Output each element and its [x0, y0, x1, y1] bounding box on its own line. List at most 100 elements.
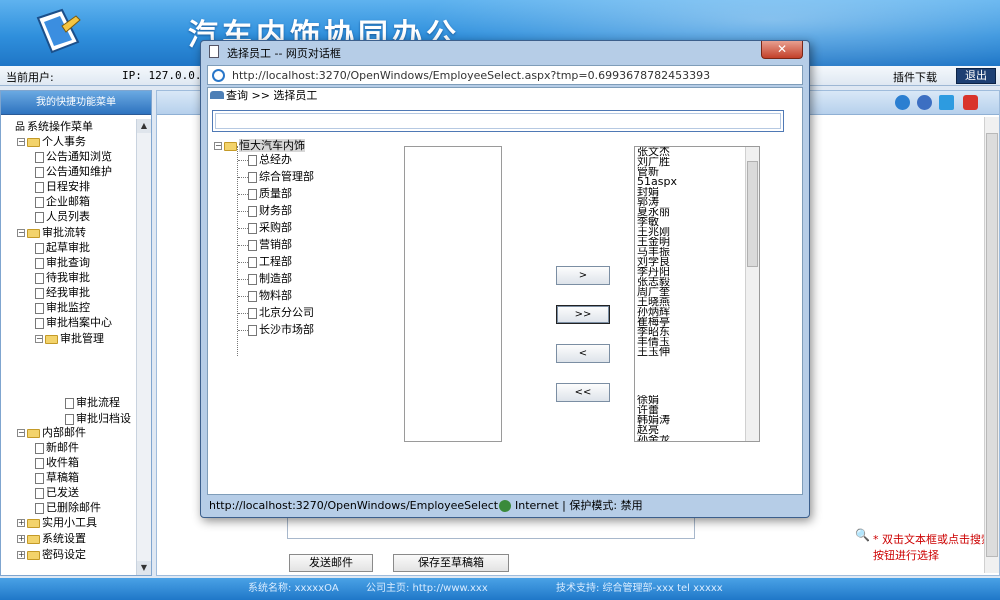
department-item[interactable]: 采购部	[238, 220, 292, 235]
selected-employee[interactable]: 夏永丽	[637, 207, 745, 217]
scroll-thumb[interactable]	[986, 133, 998, 557]
selected-employee[interactable]: 李昭东	[637, 327, 745, 337]
selected-employee[interactable]: 刘广胜	[637, 157, 745, 167]
collapse-icon[interactable]: −	[17, 229, 25, 237]
help-icon[interactable]	[917, 95, 932, 110]
sidebar-item[interactable]: 审批查询	[35, 255, 90, 270]
sidebar-item[interactable]: + 实用小工具	[17, 515, 97, 530]
selected-employee[interactable]: 张志毅	[637, 277, 745, 287]
sidebar-item[interactable]: 审批档案中心	[35, 315, 112, 330]
selected-employee[interactable]: 刘学良	[637, 257, 745, 267]
selected-employee[interactable]: 崔梅亭	[637, 317, 745, 327]
sidebar-item[interactable]: 审批流程	[65, 395, 120, 410]
dialog-close-button[interactable]: ✕	[761, 41, 803, 59]
department-item[interactable]: 物料部	[238, 288, 292, 303]
search-field[interactable]	[215, 113, 781, 129]
collapse-icon[interactable]: −	[17, 138, 25, 146]
search-icon[interactable]: 🔍	[855, 528, 870, 542]
selected-employee[interactable]: 51aspx	[637, 177, 745, 187]
collapse-icon[interactable]: −	[17, 429, 25, 437]
sidebar-item[interactable]: 人员列表	[35, 209, 90, 224]
sidebar-item[interactable]: 日程安排	[35, 179, 90, 194]
add-all-button[interactable]: >>	[556, 305, 610, 324]
plugin-download-link[interactable]: 插件下载	[893, 69, 937, 85]
sidebar-item[interactable]: − 审批管理	[35, 331, 104, 346]
sidebar-item[interactable]: 已删除邮件	[35, 500, 101, 515]
sidebar-item[interactable]: − 内部邮件	[17, 425, 86, 440]
department-item[interactable]: 总经办	[238, 152, 292, 167]
window-icon[interactable]	[939, 95, 954, 110]
save-draft-button[interactable]: 保存至草稿箱	[393, 554, 509, 572]
selected-employee[interactable]: 孙金龙	[637, 435, 745, 441]
sidebar-item[interactable]: 收件箱	[35, 455, 79, 470]
remove-all-button[interactable]: <<	[556, 383, 610, 402]
department-item[interactable]: 质量部	[238, 186, 292, 201]
selected-employee[interactable]: 张文杰	[637, 147, 745, 157]
department-item[interactable]: 综合管理部	[238, 169, 314, 184]
collapse-icon[interactable]: −	[35, 335, 43, 343]
selected-employee[interactable]: 管新	[637, 167, 745, 177]
selected-employee[interactable]: 韩娟涛	[637, 415, 745, 425]
close-icon[interactable]	[963, 95, 978, 110]
selected-employee[interactable]: 封娟	[637, 187, 745, 197]
selected-employee[interactable]: 丰倩玉	[637, 337, 745, 347]
department-item[interactable]: 制造部	[238, 271, 292, 286]
scroll-thumb[interactable]	[747, 161, 758, 267]
sidebar-item[interactable]: 新邮件	[35, 440, 79, 455]
sidebar-item[interactable]: 待我审批	[35, 270, 90, 285]
department-item[interactable]: 北京分公司	[238, 305, 314, 320]
sidebar-item[interactable]: 草稿箱	[35, 470, 79, 485]
sidebar-item[interactable]: 公告通知浏览	[35, 149, 112, 164]
content-scrollbar[interactable]	[984, 117, 999, 573]
department-item[interactable]: 财务部	[238, 203, 292, 218]
scroll-down-icon[interactable]: ▼	[137, 561, 151, 575]
selected-employee[interactable]: 马丰振	[637, 247, 745, 257]
sidebar-item[interactable]: 经我审批	[35, 285, 90, 300]
folder-icon	[27, 518, 40, 528]
sidebar-item[interactable]: + 系统设置	[17, 531, 86, 546]
selected-employee[interactable]: 王金明	[637, 237, 745, 247]
org-root-item[interactable]: − 恒大汽车内饰	[214, 138, 305, 153]
logout-button[interactable]: 退出	[956, 68, 996, 84]
sidebar-item-label: 个人事务	[42, 135, 86, 148]
department-item[interactable]: 工程部	[238, 254, 292, 269]
sidebar-item[interactable]: 品系统操作菜单	[15, 119, 93, 134]
selected-employee[interactable]: 王晓燕	[637, 297, 745, 307]
sidebar-item[interactable]: − 审批流转	[17, 225, 86, 240]
selected-employee[interactable]: 王兆刚	[637, 227, 745, 237]
selected-employee[interactable]: 徐娟	[637, 395, 745, 405]
sidebar-item[interactable]: + 密码设定	[17, 547, 86, 562]
sidebar-scrollbar[interactable]: ▲ ▼	[136, 119, 151, 575]
sidebar-item[interactable]: 审批归档设	[65, 411, 131, 426]
sidebar-item[interactable]: 已发送	[35, 485, 79, 500]
scroll-up-icon[interactable]: ▲	[137, 119, 151, 133]
selected-employee[interactable]: 孙炳辉	[637, 307, 745, 317]
department-item[interactable]: 长沙市场部	[238, 322, 314, 337]
refresh-icon[interactable]	[895, 95, 910, 110]
sidebar-item[interactable]: 起草审批	[35, 240, 90, 255]
selected-employee[interactable]: 李敏	[637, 217, 745, 227]
send-mail-button[interactable]: 发送邮件	[289, 554, 373, 572]
expand-icon[interactable]: +	[17, 551, 25, 559]
selected-employee[interactable]: 王玉伸	[637, 347, 745, 357]
selected-employee[interactable]: 周广奎	[637, 287, 745, 297]
expand-icon[interactable]: +	[17, 535, 25, 543]
selected-employee[interactable]: 李丹阳	[637, 267, 745, 277]
available-employee-list[interactable]	[404, 146, 502, 442]
sidebar-item[interactable]: 企业邮箱	[35, 194, 90, 209]
selected-employee[interactable]: 许蕾	[637, 405, 745, 415]
selected-employee[interactable]: 赵亮	[637, 425, 745, 435]
selected-employee[interactable]: 郭涛	[637, 197, 745, 207]
sidebar-item[interactable]: − 个人事务	[17, 134, 86, 149]
selected-employee-list[interactable]: 张文杰 刘广胜 管新 51aspx 封娟 郭涛 夏永丽 李敏 王兆刚 王金明 马丰振 刘学良 李丹阳 张志…	[634, 146, 760, 442]
sidebar-item[interactable]: 审批监控	[35, 300, 90, 315]
remove-selected-button[interactable]: <	[556, 344, 610, 363]
dialog-titlebar[interactable]: 选择员工 -- 网页对话框 ✕	[201, 41, 809, 63]
selected-list-scrollbar[interactable]	[745, 147, 759, 441]
sidebar-item[interactable]: 公告通知维护	[35, 164, 112, 179]
expand-icon[interactable]: +	[17, 519, 25, 527]
collapse-icon[interactable]: −	[214, 142, 222, 150]
dialog-title: 选择员工 -- 网页对话框	[227, 47, 341, 60]
department-item[interactable]: 营销部	[238, 237, 292, 252]
add-selected-button[interactable]: >	[556, 266, 610, 285]
